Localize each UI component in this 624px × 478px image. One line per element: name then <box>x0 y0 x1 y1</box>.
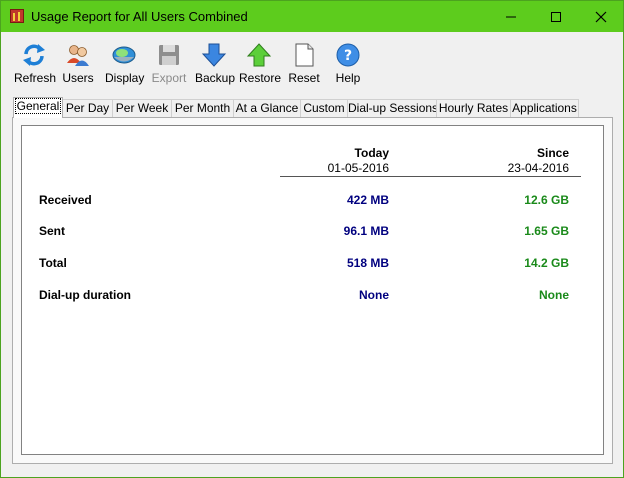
blank-document-icon <box>295 43 314 67</box>
total-label: Total <box>39 256 67 270</box>
dial-up-today-value: None <box>359 288 389 302</box>
users-icon <box>67 45 89 66</box>
maximize-button[interactable] <box>533 1 578 32</box>
app-icon[interactable] <box>10 9 24 23</box>
since-date: 23-04-2016 <box>507 161 569 175</box>
display-icon <box>112 46 136 64</box>
svg-text:?: ? <box>344 48 352 64</box>
export-button[interactable]: Export <box>151 42 187 88</box>
reset-button[interactable]: Reset <box>288 42 320 88</box>
reset-label: Reset <box>288 71 320 85</box>
tab-per-month[interactable]: Per Month <box>171 99 234 117</box>
maximize-icon <box>550 11 561 22</box>
received-label: Received <box>39 193 92 207</box>
tab-per-day[interactable]: Per Day <box>62 99 113 117</box>
close-icon <box>595 11 606 22</box>
received-today-value: 422 MB <box>346 193 389 207</box>
display-label: Display <box>105 71 145 85</box>
minimize-icon <box>505 16 516 17</box>
today-date: 01-05-2016 <box>327 161 389 175</box>
window-title: Usage Report for All Users Combined <box>31 9 248 24</box>
app-window: Usage Report for All Users Combined Refr… <box>0 0 624 478</box>
restore-button[interactable]: Restore <box>239 42 282 88</box>
refresh-icon <box>23 44 45 66</box>
refresh-button[interactable]: Refresh <box>14 42 57 88</box>
received-since-value: 12.6 GB <box>524 193 569 207</box>
tab-general[interactable]: General <box>13 97 63 118</box>
sent-today-value: 96.1 MB <box>343 224 389 238</box>
usage-summary: Today 01-05-2016 Since 23-04-2016 Receiv… <box>21 125 604 455</box>
dial-up-duration-label: Dial-up duration <box>39 288 131 302</box>
help-button[interactable]: ? Help <box>335 42 361 88</box>
minimize-button[interactable] <box>488 1 533 32</box>
close-button[interactable] <box>578 1 623 32</box>
tab-at-a-glance[interactable]: At a Glance <box>233 99 301 117</box>
export-label: Export <box>151 71 187 85</box>
general-tab-panel: Today 01-05-2016 Since 23-04-2016 Receiv… <box>12 117 613 464</box>
users-button[interactable]: Users <box>62 42 94 88</box>
refresh-label: Refresh <box>14 71 57 85</box>
tab-hourly-rates[interactable]: Hourly Rates <box>436 99 511 117</box>
total-today-value: 518 MB <box>346 256 389 270</box>
help-icon: ? <box>336 43 360 67</box>
tab-dial-up-sessions[interactable]: Dial-up Sessions <box>347 99 438 117</box>
since-header: Since <box>536 146 569 160</box>
toolbar: Refresh Users Display Export Backup Rest… <box>1 32 623 92</box>
restore-label: Restore <box>239 71 282 85</box>
floppy-disk-icon <box>159 45 179 65</box>
arrow-up-icon <box>246 43 272 67</box>
tab-custom[interactable]: Custom <box>300 99 348 117</box>
tab-applications[interactable]: Applications <box>510 99 579 117</box>
sent-label: Sent <box>39 224 66 238</box>
help-label: Help <box>335 71 361 85</box>
dial-up-since-value: None <box>539 288 569 302</box>
sent-since-value: 1.65 GB <box>524 224 569 238</box>
today-header: Today <box>354 146 389 160</box>
display-button[interactable]: Display <box>105 42 145 88</box>
total-since-value: 14.2 GB <box>524 256 569 270</box>
title-bar[interactable]: Usage Report for All Users Combined <box>1 1 623 32</box>
header-divider <box>280 176 581 177</box>
arrow-down-icon <box>201 43 227 67</box>
tab-per-week[interactable]: Per Week <box>112 99 172 117</box>
users-label: Users <box>62 71 94 85</box>
backup-button[interactable]: Backup <box>195 42 236 88</box>
backup-label: Backup <box>195 71 236 85</box>
